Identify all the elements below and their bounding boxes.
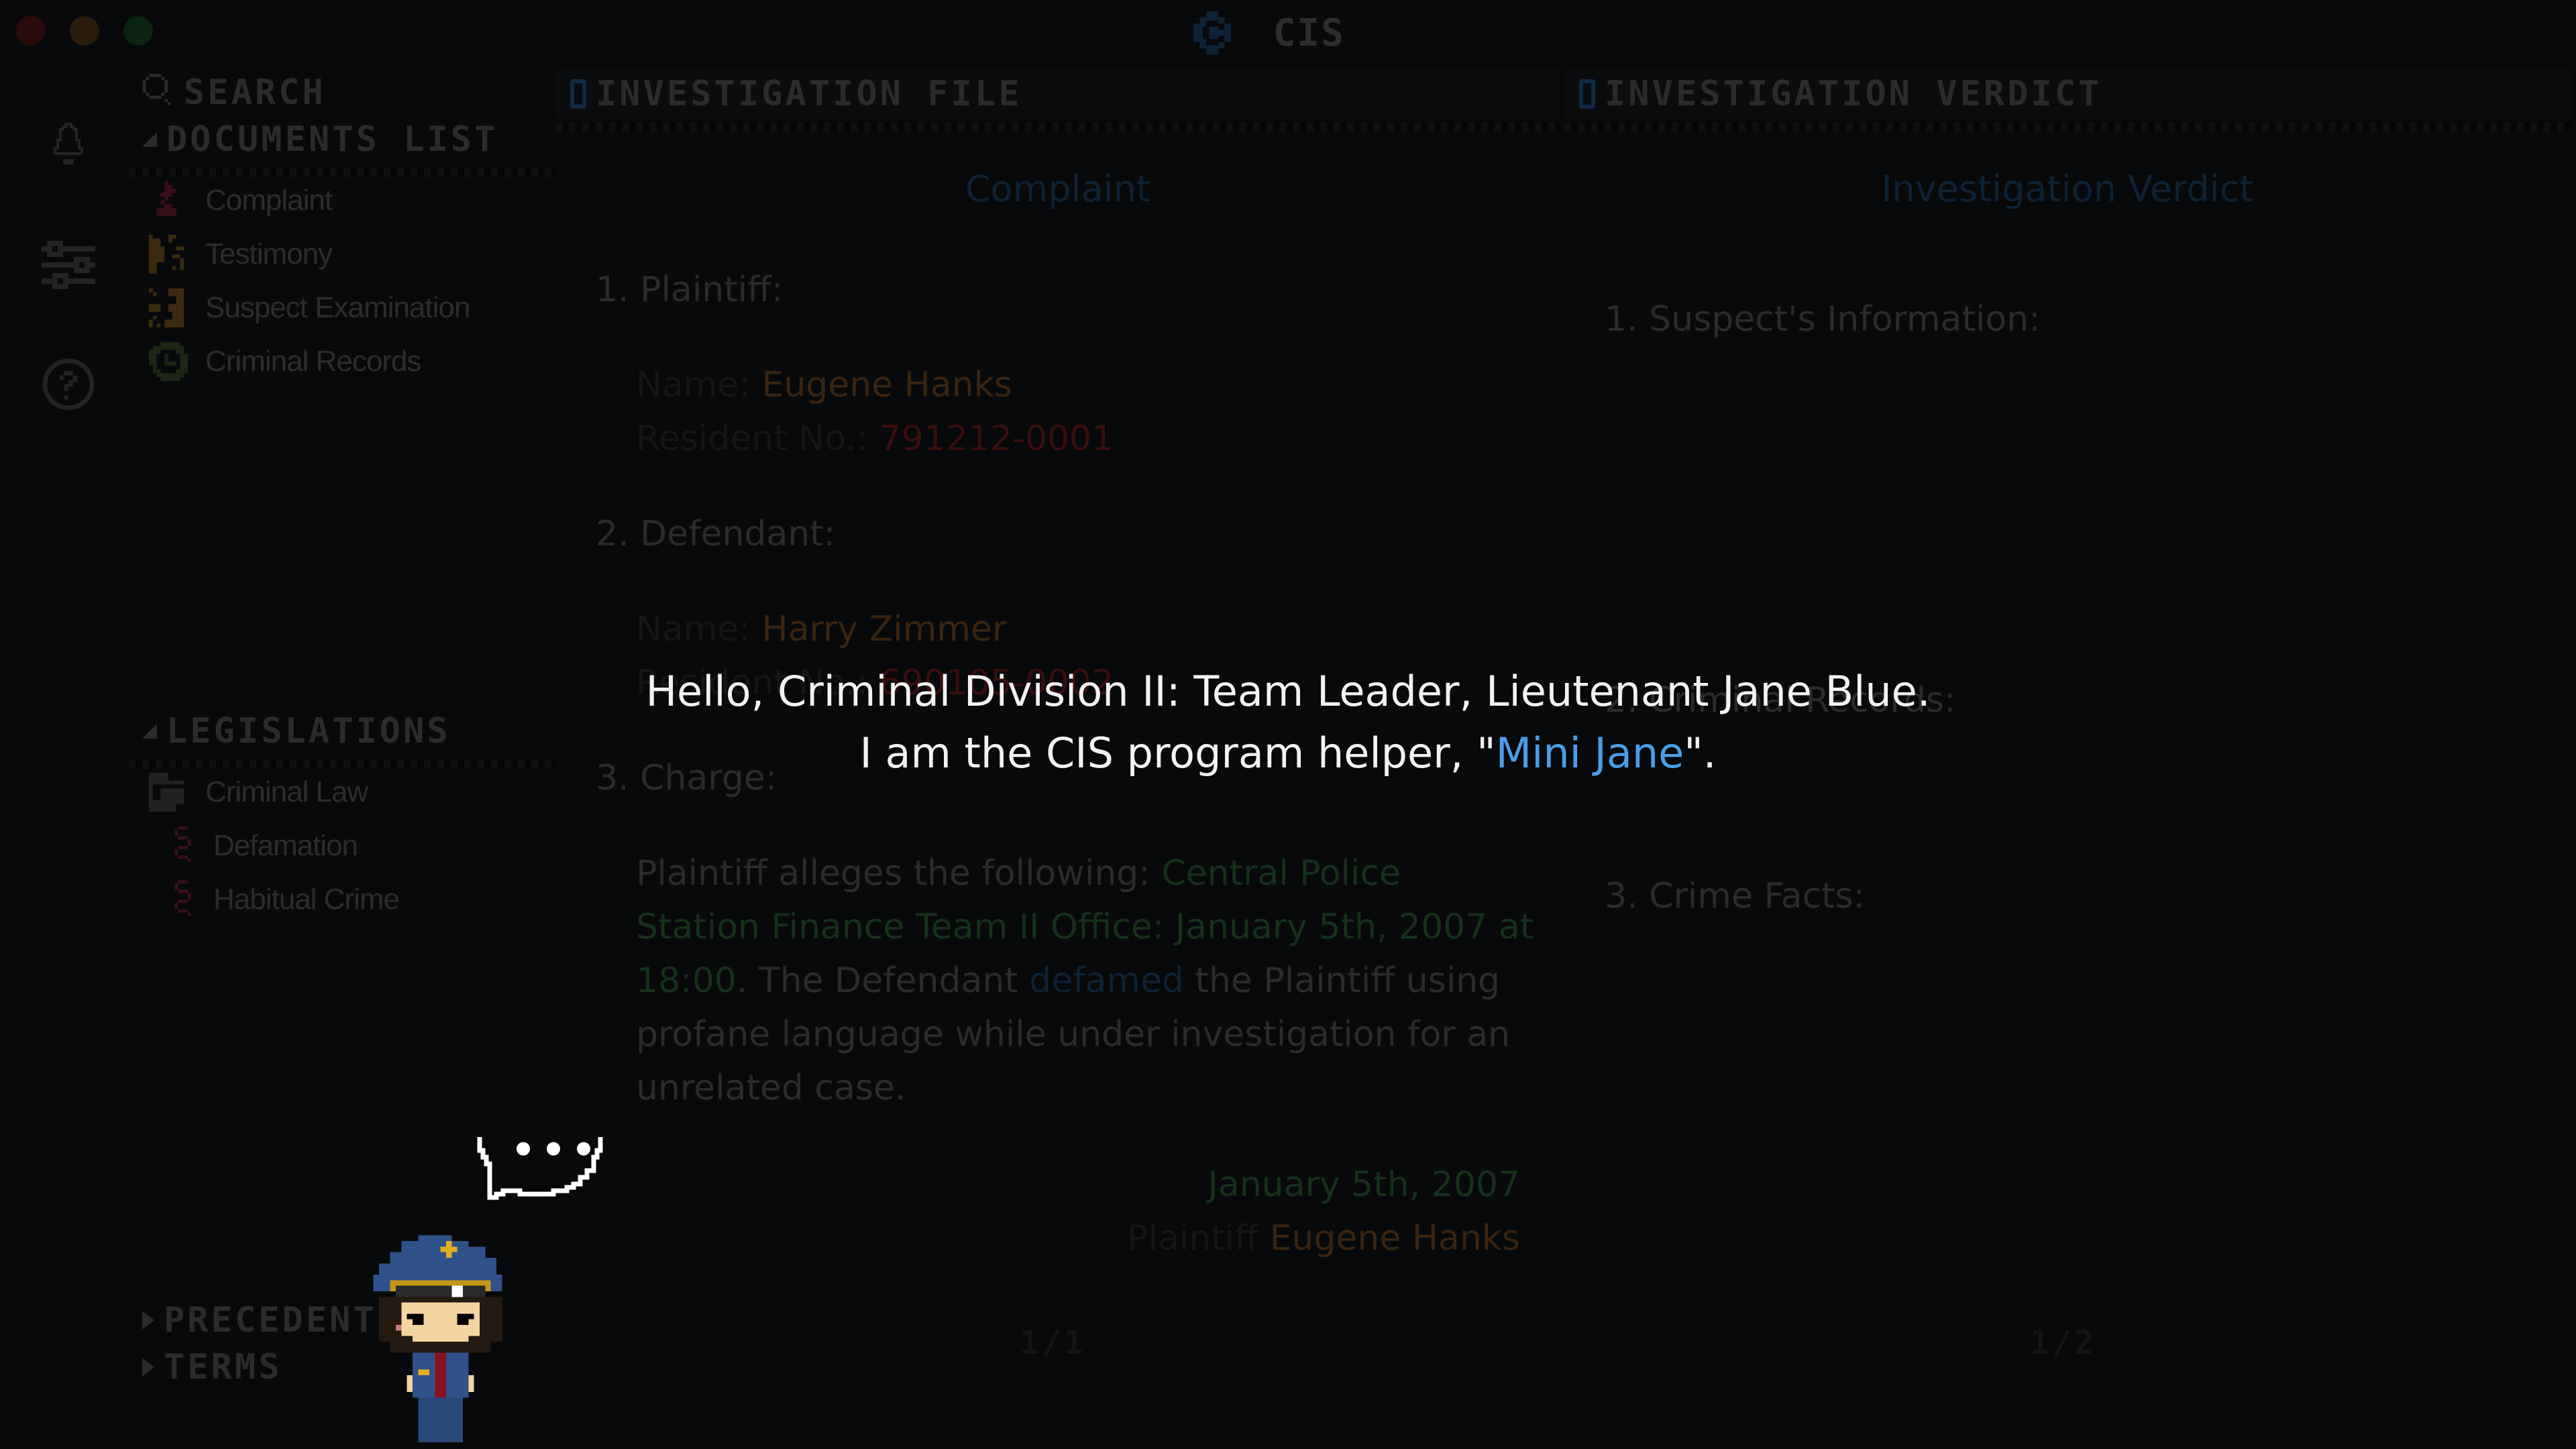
law-item-habitual-crime[interactable]: Habitual Crime [173, 880, 400, 919]
divider [555, 122, 1560, 131]
mini-jane-character[interactable] [362, 1234, 530, 1449]
documents-list-header[interactable]: Documents List [142, 119, 498, 160]
close-window-button[interactable] [16, 16, 46, 46]
cis-logo-icon [1193, 11, 1231, 55]
verdict-section-facts[interactable]: 3. Crime Facts: [1605, 869, 1865, 923]
file-icon [1579, 79, 1595, 109]
plaintiff-name-row: Name: Eugene Hanks [636, 365, 1012, 405]
law-section-icon [174, 880, 191, 916]
law-item-defamation[interactable]: Defamation [173, 826, 358, 865]
divider [1564, 122, 2571, 131]
verdict-page-indicator: 1/2 [2030, 1324, 2096, 1362]
charge-paragraph: Plaintiff alleges the following: Central… [636, 853, 1534, 1108]
plaintiff-id-row: Resident No.: 791212-0001 [636, 419, 1114, 459]
minimize-window-button[interactable] [70, 16, 99, 46]
examination-icon [149, 288, 184, 327]
law-section-icon [174, 826, 191, 863]
defendant-heading: 2. Defendant: [596, 514, 836, 554]
plaintiff-name[interactable]: Eugene Hanks [761, 365, 1012, 405]
defendant-name[interactable]: Harry Zimmer [761, 609, 1006, 649]
page-indicator: 1/1 [1020, 1324, 1086, 1362]
tab-investigation-file[interactable]: Investigation File [555, 68, 1560, 119]
doc-item-complaint[interactable]: Complaint [149, 181, 333, 220]
document-title: Complaint [965, 168, 1151, 210]
bell-icon[interactable] [42, 121, 95, 181]
doc-item-suspect-examination[interactable]: Suspect Examination [149, 288, 470, 327]
complaint-icon [156, 181, 176, 217]
help-icon[interactable] [42, 354, 95, 415]
sliders-icon[interactable] [42, 235, 95, 295]
terms-header[interactable]: Terms [142, 1347, 282, 1387]
dialog-line-2: I am the CIS program helper, "Mini Jane"… [859, 729, 1717, 777]
charge-keyword[interactable]: defamed [1029, 961, 1184, 1001]
tab-investigation-verdict[interactable]: Investigation Verdict [1564, 68, 2571, 119]
signature-name[interactable]: Eugene Hanks [1270, 1218, 1520, 1258]
doc-item-testimony[interactable]: Testimony [149, 235, 333, 274]
caret-right-icon [142, 1311, 154, 1330]
app-name: KCIS [1249, 11, 1345, 55]
helper-name: Mini Jane [1495, 729, 1684, 777]
divider [129, 168, 554, 177]
dialog-line-1: Hello, Criminal Division II: Team Leader… [645, 667, 1931, 716]
defendant-name-row: Name: Harry Zimmer [636, 609, 1007, 649]
caret-right-icon [142, 1358, 154, 1377]
verdict-section-suspect[interactable]: 1. Suspect's Information: [1605, 292, 2041, 346]
records-icon [149, 342, 188, 381]
verdict-title: Investigation Verdict [1881, 168, 2254, 210]
plaintiff-heading: 1. Plaintiff: [596, 270, 784, 310]
search-button[interactable]: Search [142, 72, 326, 113]
app-title: KCIS [1187, 9, 1345, 56]
search-icon [142, 74, 171, 105]
maximize-window-button[interactable] [123, 16, 153, 46]
testimony-icon [149, 235, 184, 274]
helper-dialog[interactable]: Hello, Criminal Division II: Team Leader… [0, 661, 2576, 784]
signature-date: January 5th, 2007 [1208, 1165, 1521, 1205]
doc-item-criminal-records[interactable]: Criminal Records [149, 342, 421, 381]
speech-bubble-icon [477, 1137, 603, 1200]
plaintiff-id[interactable]: 791212-0001 [879, 419, 1114, 459]
file-icon [570, 79, 586, 109]
caret-down-icon [142, 132, 157, 147]
signature-row: Plaintiff Eugene Hanks [1127, 1218, 1520, 1258]
